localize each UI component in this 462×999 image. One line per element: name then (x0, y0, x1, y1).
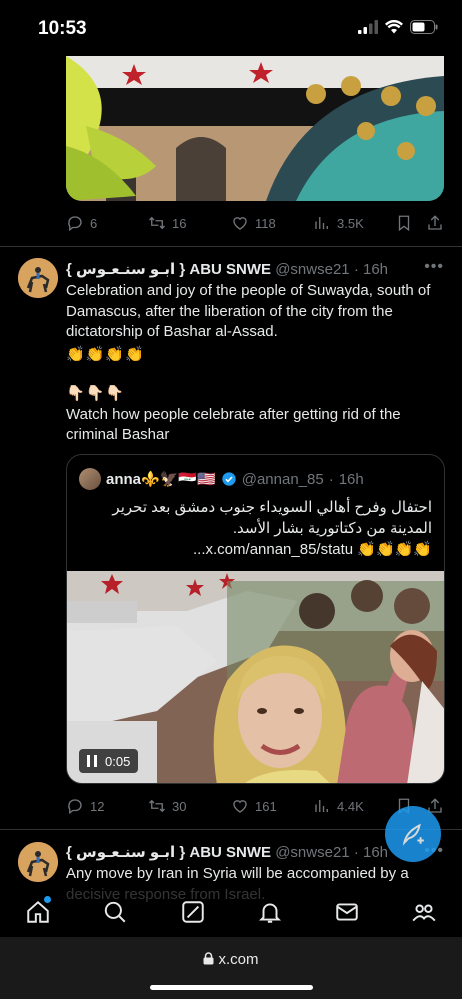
reply-count: 12 (90, 798, 105, 814)
repost-count: 30 (172, 798, 187, 814)
post2-text-line2: Watch how people celebrate after getting… (66, 405, 401, 444)
repost-icon (149, 799, 165, 813)
compose-icon (402, 823, 424, 846)
post1-actions: 6 16 118 3.5K (66, 213, 446, 235)
repost-button[interactable]: 16 (148, 214, 186, 232)
post2-header: { ابـو سنـعـوس } ABU SNWE @snwse21 · 16h (66, 260, 426, 280)
messages-icon[interactable] (334, 899, 360, 925)
reply-button[interactable]: 6 (66, 214, 97, 232)
quote-text: احتفال وفرح أهالي السويداء جنوب دمشق بعد… (80, 497, 432, 560)
url-text: x.com (218, 951, 259, 968)
reply-icon (68, 799, 82, 815)
post-divider (0, 246, 462, 247)
signal-icon (358, 20, 378, 34)
quote-link[interactable]: 👏👏👏👏 x.com/annan_85/statu... (80, 539, 432, 560)
quote-avatar (79, 468, 101, 490)
quote-display-name: anna⚜️🦅🇮🇶🇺🇸 (106, 471, 216, 488)
share-button[interactable] (426, 214, 444, 232)
verified-icon (222, 472, 236, 486)
share-icon (428, 215, 442, 230)
bookmark-button[interactable] (395, 214, 413, 232)
notifications-icon[interactable] (257, 899, 283, 925)
search-icon[interactable] (102, 899, 128, 925)
status-bar: 10:53 (0, 0, 462, 56)
post2-text-line1: Celebration and joy of the people of Suw… (66, 282, 431, 340)
video-time: 0:05 (105, 753, 131, 769)
reply-button[interactable]: 12 (66, 797, 104, 815)
post2-emoji-clap: 👏👏👏👏 (66, 345, 145, 363)
status-icons (358, 20, 438, 34)
views-count: 4.4K (337, 798, 364, 814)
post2-separator: · (353, 261, 359, 278)
views-count: 3.5K (337, 215, 364, 231)
post2-time[interactable]: 16h (363, 261, 388, 278)
post3-header: { ابـو سنـعـوس } ABU SNWE @snwse21 · 16h (66, 843, 426, 863)
post2-actions: 12 30 161 4.4K (66, 796, 446, 818)
post2-handle[interactable]: @snwse21 (275, 261, 349, 278)
bottom-nav (0, 885, 462, 937)
quote-time: 16h (338, 470, 364, 488)
browser-url-bar[interactable]: x.com (0, 937, 462, 999)
horse-rider-avatar-image (18, 842, 58, 882)
post3-time[interactable]: 16h (363, 844, 388, 861)
quote-separator: · (328, 470, 334, 488)
video-time-pill[interactable]: 0:05 (79, 749, 139, 773)
quote-video[interactable]: 0:05 (67, 571, 444, 783)
views-icon (315, 800, 328, 812)
like-button[interactable]: 118 (231, 214, 276, 232)
quote-header: anna⚜️🦅🇮🇶🇺🇸 @annan_85 · 16h (79, 467, 364, 491)
grok-icon[interactable] (180, 899, 206, 925)
repost-count: 16 (172, 215, 187, 231)
post3-handle[interactable]: @snwse21 (275, 844, 349, 861)
views-icon (315, 217, 328, 229)
like-count: 118 (255, 215, 276, 231)
status-time: 10:53 (38, 18, 87, 39)
quote-handle: @annan_85 (241, 470, 324, 488)
like-icon (233, 800, 247, 813)
pause-icon (87, 755, 97, 767)
communities-icon[interactable] (411, 899, 437, 925)
horse-rider-avatar-image (18, 258, 58, 298)
repost-icon (149, 216, 165, 230)
quote-body: احتفال وفرح أهالي السويداء جنوب دمشق بعد… (112, 499, 432, 537)
post3-avatar[interactable] (18, 842, 58, 882)
post2-body: Celebration and joy of the people of Suw… (66, 281, 451, 446)
post3-separator: · (353, 844, 359, 861)
reply-count: 6 (90, 215, 98, 231)
post2-avatar[interactable] (18, 258, 58, 298)
post1-media[interactable] (66, 56, 444, 201)
like-count: 161 (255, 798, 277, 814)
repost-button[interactable]: 30 (148, 797, 186, 815)
bookmark-icon (398, 215, 410, 232)
reply-icon (68, 216, 82, 232)
post3-display-name[interactable]: { ابـو سنـعـوس } ABU SNWE (66, 844, 271, 861)
quote-card[interactable]: anna⚜️🦅🇮🇶🇺🇸 @annan_85 · 16h احتفال وفرح … (66, 454, 445, 784)
views-button[interactable]: 4.4K (313, 797, 364, 815)
post1-image (66, 56, 444, 201)
lock-icon (203, 952, 214, 965)
views-button[interactable]: 3.5K (313, 214, 364, 232)
like-icon (233, 217, 247, 230)
new-posts-dot (44, 896, 51, 903)
home-indicator (150, 985, 313, 990)
like-button[interactable]: 161 (231, 797, 277, 815)
compose-button[interactable] (385, 806, 441, 862)
wifi-icon (385, 20, 403, 34)
url-display[interactable]: x.com (0, 951, 462, 968)
post2-emoji-point: 👇🏻👇🏻👇🏻 (66, 385, 126, 402)
post2-more-icon[interactable]: ••• (424, 258, 444, 276)
battery-icon (410, 20, 438, 34)
post2-display-name[interactable]: { ابـو سنـعـوس } ABU SNWE (66, 261, 271, 278)
